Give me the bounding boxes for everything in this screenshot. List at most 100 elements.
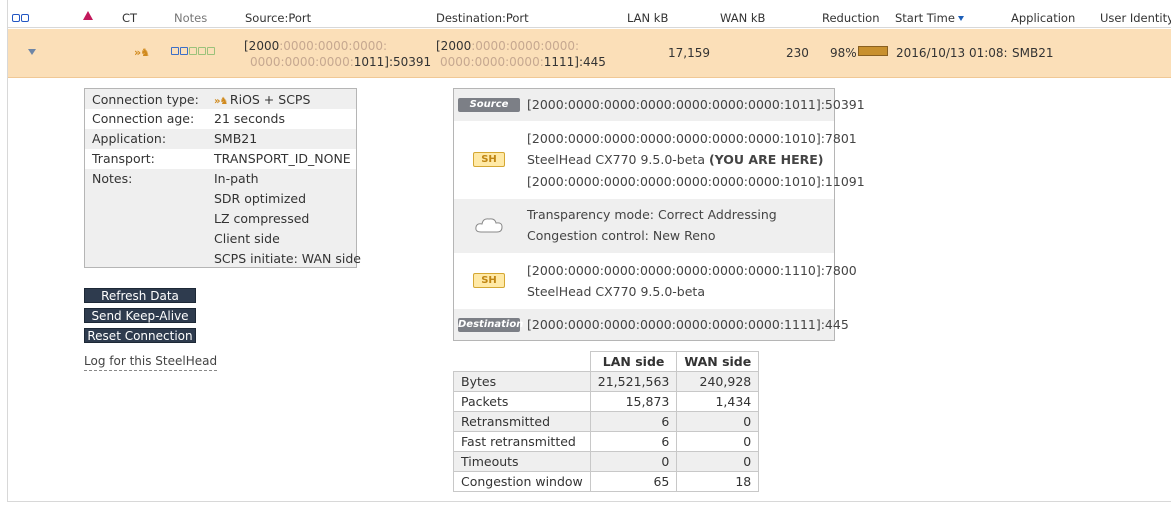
dst-c: ]:445 [574, 55, 606, 69]
dst-dim2: 0000:0000:0000: [440, 55, 544, 69]
stats-header-row: LAN side WAN side [453, 351, 760, 372]
notes-icons [171, 47, 215, 55]
destination-tag: Destination [458, 318, 524, 332]
destination-address: [2000:0000:0000:0000: 0000:0000:0000:111… [436, 38, 606, 70]
path-wan: Transparency mode: Correct Addressing Co… [454, 199, 834, 253]
wan-value: 0 [676, 431, 760, 452]
info-row-age: Connection age: 21 seconds [85, 109, 356, 129]
note-icon-5 [207, 47, 215, 55]
src-b: 1011 [353, 55, 385, 69]
info-row-type: Connection type: »♞ RiOS + SCPS [85, 89, 356, 109]
lan-kb-value: 17,159 [668, 46, 710, 60]
src-a: [2000 [244, 39, 280, 53]
col-start-time[interactable]: Start Time [895, 11, 964, 25]
start-time-value: 2016/10/13 01:08:49 [896, 46, 1007, 60]
rios-scps-icon: »♞ [134, 46, 150, 59]
src-dim1: :0000:0000:0000: [279, 39, 388, 53]
cloud-icon [475, 218, 503, 233]
note-client-side: Client side [214, 231, 280, 246]
sh1-tag: SH [473, 152, 505, 167]
src-c: ]:50391 [384, 55, 432, 69]
wan-value: 18 [676, 471, 760, 492]
lan-side-header: LAN side [589, 351, 678, 372]
dst-b: 1111 [543, 55, 575, 69]
note-lz: LZ compressed [214, 211, 310, 226]
row-label: Fast retransmitted [453, 431, 591, 452]
application-info-value: SMB21 [214, 131, 258, 146]
path-source: Source [2000:0000:0000:0000:0000:0000:00… [454, 89, 865, 121]
transport-value: TRANSPORT_ID_NONE [214, 151, 351, 166]
wan-value: 240,928 [676, 371, 760, 392]
send-keepalive-button[interactable]: Send Keep-Alive [84, 308, 196, 323]
collapse-toggle-icon[interactable] [28, 49, 36, 55]
note-icon-4 [198, 47, 206, 55]
table-row: Bytes 21,521,563 240,928 [453, 371, 760, 392]
col-source-port[interactable]: Source:Port [245, 11, 311, 25]
note-sdr: SDR optimized [214, 191, 307, 206]
source-address: [2000:0000:0000:0000: 0000:0000:0000:101… [244, 38, 431, 70]
col-reduction[interactable]: Reduction [822, 11, 880, 25]
note-inpath: In-path [214, 171, 259, 186]
row-label: Packets [453, 391, 591, 412]
path-destination: Destination [2000:0000:0000:0000:0000:00… [454, 309, 849, 340]
table-row: Retransmitted 6 0 [453, 411, 760, 432]
col-application[interactable]: Application [1011, 11, 1075, 25]
info-row-notes: Notes: In-path SDR optimized LZ compress… [85, 169, 361, 267]
sh1-line3: [2000:0000:0000:0000:0000:0000:0000:1010… [527, 174, 865, 189]
col-destination-port[interactable]: Destination:Port [436, 11, 529, 25]
lan-value: 21,521,563 [589, 371, 678, 392]
row-label: Retransmitted [453, 411, 591, 432]
connection-type-text: RiOS + SCPS [229, 92, 311, 107]
reset-connection-button[interactable]: Reset Connection [84, 328, 196, 343]
sh2-tag: SH [473, 273, 505, 288]
lan-value: 0 [589, 451, 678, 472]
row-label: Congestion window [453, 471, 591, 492]
reduction-bar [858, 46, 888, 56]
row-label: Timeouts [453, 451, 591, 472]
col-wan-kb[interactable]: WAN kB [720, 11, 765, 25]
select-all-icon[interactable] [12, 11, 32, 22]
wan-side-header: WAN side [676, 351, 760, 372]
table-header: CT Notes Source:Port Destination:Port LA… [8, 8, 1171, 28]
col-start-time-label: Start Time [895, 11, 955, 25]
lan-value: 6 [589, 411, 678, 432]
sh2-line1: [2000:0000:0000:0000:0000:0000:0000:1110… [527, 263, 857, 278]
connection-path: Source [2000:0000:0000:0000:0000:0000:00… [453, 88, 865, 341]
stats-table: LAN side WAN side Bytes 21,521,563 240,9… [453, 351, 760, 492]
wan-value: 0 [676, 411, 760, 432]
application-value: SMB21 [1012, 46, 1054, 60]
stats-corner [453, 351, 591, 372]
wan-value: 1,434 [676, 391, 760, 412]
alert-icon[interactable] [83, 11, 93, 20]
source-tag: Source [458, 98, 520, 112]
col-lan-kb[interactable]: LAN kB [627, 11, 668, 25]
sort-desc-icon [957, 16, 964, 21]
note-icon-2 [180, 47, 188, 55]
sh2-name: SteelHead CX770 9.5.0-beta [527, 284, 705, 299]
lan-value: 65 [589, 471, 678, 492]
col-ct[interactable]: CT [122, 11, 137, 25]
sh1-line1: [2000:0000:0000:0000:0000:0000:0000:1010… [527, 131, 857, 146]
col-notes[interactable]: Notes [174, 11, 207, 25]
table-row: Fast retransmitted 6 0 [453, 431, 760, 452]
log-link[interactable]: Log for this SteelHead [84, 354, 218, 371]
destination-addr: [2000:0000:0000:0000:0000:0000:0000:1111… [527, 317, 849, 332]
wan-kb-value: 230 [786, 46, 809, 60]
connection-row[interactable]: »♞ [2000:0000:0000:0000: 0000:0000:0000:… [8, 29, 1171, 78]
lan-value: 15,873 [589, 391, 678, 412]
connection-age-label: Connection age: [92, 111, 195, 126]
source-addr: [2000:0000:0000:0000:0000:0000:0000:1011… [527, 97, 865, 112]
path-sh2: SH [2000:0000:0000:0000:0000:0000:0000:1… [454, 253, 857, 309]
table-row: Timeouts 0 0 [453, 451, 760, 472]
note-scps: SCPS initiate: WAN side [214, 251, 361, 266]
reduction-value: 98% [830, 46, 857, 60]
connection-age-value: 21 seconds [214, 111, 285, 126]
table-row: Packets 15,873 1,434 [453, 391, 760, 412]
col-user-identity[interactable]: User Identity [1100, 11, 1171, 25]
info-row-application: Application: SMB21 [85, 129, 356, 149]
refresh-data-button[interactable]: Refresh Data [84, 288, 196, 303]
congestion-control: Congestion control: New Reno [527, 228, 716, 243]
dst-dim1: :0000:0000:0000: [471, 39, 580, 53]
sh1-name: SteelHead CX770 9.5.0-beta [527, 152, 705, 167]
info-row-transport: Transport: TRANSPORT_ID_NONE [85, 149, 356, 169]
